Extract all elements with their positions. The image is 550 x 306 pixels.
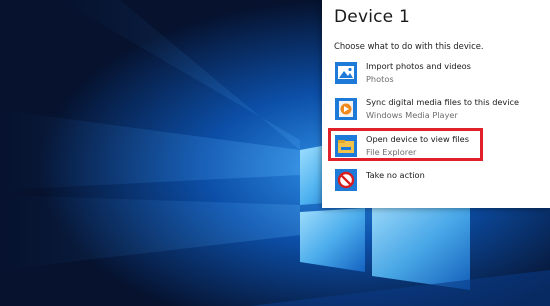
option-app-name: Windows Media Player [366,110,458,120]
no-action-icon [335,169,357,191]
photos-app-icon [335,62,357,84]
option-sync-media[interactable]: Sync digital media files to this device … [332,96,542,130]
option-take-no-action[interactable]: Take no action [332,167,542,201]
option-label: Sync digital media files to this device [366,97,520,107]
option-label: Take no action [366,170,425,180]
option-label: Import photos and videos [366,61,471,71]
option-import-photos[interactable]: Import photos and videos Photos [332,60,542,94]
option-app-name: Photos [366,74,394,84]
highlight-annotation-box [328,128,483,161]
flyout-title: Device 1 [334,7,410,27]
media-player-icon [335,98,357,120]
autoplay-flyout: Device 1 Choose what to do with this dev… [322,0,550,208]
flyout-subtitle: Choose what to do with this device. [334,41,484,51]
